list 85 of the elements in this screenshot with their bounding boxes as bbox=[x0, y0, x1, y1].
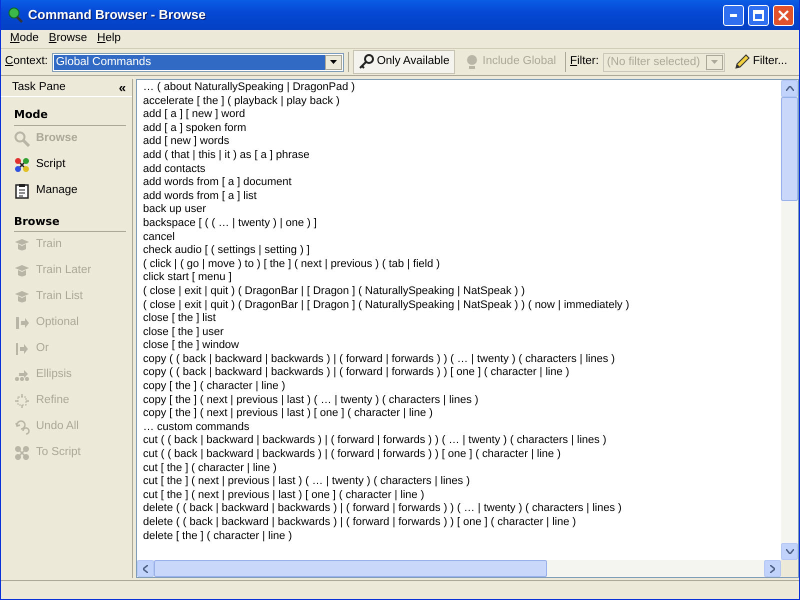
scroll-right-button[interactable] bbox=[764, 560, 781, 577]
close-button[interactable] bbox=[773, 4, 794, 26]
bracket-arrow-icon bbox=[14, 315, 30, 331]
mortarboard-icon bbox=[14, 263, 30, 279]
maximize-icon bbox=[753, 10, 764, 20]
pane-title: Task Pane bbox=[12, 80, 66, 95]
scrollbar-corner bbox=[781, 560, 798, 577]
section-heading: Mode bbox=[14, 107, 126, 126]
scroll-right-icon bbox=[770, 564, 775, 572]
command-line[interactable]: cut [ the ] ( next | previous | last ) [ one ] ( character | line ) bbox=[143, 488, 775, 502]
command-line[interactable]: add [ a ] spoken form bbox=[143, 122, 775, 136]
task-item[interactable]: Script bbox=[1, 152, 132, 178]
mortarboard-icon bbox=[14, 289, 30, 305]
molecule-icon bbox=[14, 445, 30, 461]
task-item[interactable]: Manage bbox=[1, 178, 132, 204]
bar-arrow-icon bbox=[14, 341, 30, 357]
command-line[interactable]: add contacts bbox=[143, 162, 775, 176]
command-line[interactable]: copy [ the ] ( next | previous | last ) ( … | twenty ) ( characters | lines ) bbox=[143, 394, 775, 408]
command-line[interactable]: check audio [ ( settings | setting ) ] bbox=[143, 244, 775, 258]
filter-button[interactable]: Filter... bbox=[728, 50, 792, 74]
close-icon bbox=[778, 10, 789, 20]
command-line[interactable]: back up user bbox=[143, 203, 775, 217]
context-label: Context: bbox=[5, 54, 48, 70]
toolbar-button[interactable]: Only Available bbox=[352, 50, 455, 74]
dropdown-arrow-icon bbox=[710, 60, 718, 64]
scroll-down-button[interactable] bbox=[781, 543, 798, 560]
scroll-down-icon bbox=[786, 549, 794, 554]
command-line[interactable]: accelerate [ the ] ( playback | play back ) bbox=[143, 94, 775, 108]
command-line[interactable]: cut ( ( back | backward | backwards ) | ( forward | forwards ) ) [ one ] ( character | line ) bbox=[143, 448, 775, 462]
menu-item[interactable]: Browse bbox=[44, 30, 92, 48]
scroll-left-button[interactable] bbox=[137, 560, 154, 577]
command-line[interactable]: add [ new ] words bbox=[143, 135, 775, 149]
horizontal-scrollbar[interactable] bbox=[137, 560, 781, 577]
command-line[interactable]: … ( about NaturallySpeaking | DragonPad ) bbox=[143, 81, 775, 95]
command-line[interactable]: add [ a ] [ new ] word bbox=[143, 108, 775, 122]
filter-label: Filter: bbox=[570, 54, 599, 70]
ellipsis-icon bbox=[14, 367, 30, 383]
minimize-icon bbox=[730, 14, 737, 16]
menu-item[interactable]: Help bbox=[92, 30, 126, 48]
mortarboard-icon bbox=[14, 237, 30, 253]
command-line[interactable]: cut ( ( back | backward | backwards ) | ( forward | forwards ) ) ( … | twenty ) ( characters | lines ) bbox=[143, 434, 775, 448]
command-line[interactable]: add words from [ a ] list bbox=[143, 190, 775, 204]
command-line[interactable]: close [ the ] window bbox=[143, 339, 775, 353]
scroll-up-icon bbox=[786, 86, 794, 91]
command-line[interactable]: copy [ the ] ( character | line ) bbox=[143, 380, 775, 394]
command-line[interactable]: add words from [ a ] document bbox=[143, 176, 775, 190]
command-line[interactable]: close [ the ] list bbox=[143, 312, 775, 326]
command-line[interactable]: ( click | ( go | move ) to ) [ the ] ( next | previous ) ( tab | field ) bbox=[143, 258, 775, 272]
command-line[interactable]: copy ( ( back | backward | backwards ) | ( forward | forwards ) ) ( … | twenty ) ( characters | lines ) bbox=[143, 352, 775, 366]
collapse-button[interactable]: « bbox=[118, 78, 126, 98]
command-line[interactable]: delete ( ( back | backward | backwards ) | ( forward | forwards ) ) ( … | twenty ) ( characters | lines ) bbox=[143, 502, 775, 516]
command-line[interactable]: cancel bbox=[143, 230, 775, 244]
scroll-thumb[interactable] bbox=[781, 97, 798, 201]
scroll-thumb[interactable] bbox=[154, 560, 547, 577]
command-line[interactable]: backspace [ ( ( … | twenty ) | one ) ] bbox=[143, 216, 775, 231]
scroll-left-icon bbox=[143, 564, 148, 572]
key-icon bbox=[358, 54, 374, 70]
context-dropdown[interactable]: Global Commands bbox=[52, 52, 344, 72]
window-title: Command Browser - Browse bbox=[28, 6, 207, 24]
command-line[interactable]: ( close | exit | quit ) ( DragonBar | [ Dragon ] ( NaturallySpeaking | NatSpeak ) ) ( now | immediately ) bbox=[143, 298, 775, 312]
command-line[interactable]: copy ( ( back | backward | backwards ) | ( forward | forwards ) ) [ one ] ( character | line ) bbox=[143, 366, 775, 380]
pencil-icon bbox=[734, 54, 750, 70]
magnifier-icon bbox=[14, 130, 30, 146]
command-line[interactable]: delete [ the ] ( character | line ) bbox=[143, 530, 775, 544]
command-line[interactable]: click start [ menu ] bbox=[143, 271, 775, 285]
scroll-up-button[interactable] bbox=[781, 80, 798, 97]
menu-item[interactable]: Mode bbox=[5, 30, 44, 48]
refine-icon bbox=[14, 393, 30, 409]
minimize-button[interactable] bbox=[723, 4, 744, 26]
undo-arrows-icon bbox=[14, 419, 30, 435]
dropdown-arrow-icon bbox=[330, 60, 337, 64]
maximize-button[interactable] bbox=[748, 4, 769, 26]
section-heading: Browse bbox=[14, 214, 126, 232]
command-line[interactable]: add ( that | this | it ) as [ a ] phrase bbox=[143, 148, 775, 163]
command-line[interactable]: … custom commands bbox=[143, 420, 775, 434]
command-line[interactable]: close [ the ] user bbox=[143, 326, 775, 340]
molecule-icon bbox=[14, 156, 30, 172]
app-icon bbox=[6, 6, 24, 24]
command-line[interactable]: delete ( ( back | backward | backwards ) | ( forward | forwards ) ) [ one ] ( character | line ) bbox=[143, 516, 775, 530]
vertical-scrollbar[interactable] bbox=[781, 80, 798, 560]
command-line[interactable]: copy [ the ] ( next | previous | last ) [ one ] ( character | line ) bbox=[143, 407, 775, 421]
command-line[interactable]: ( close | exit | quit ) ( DragonBar | [ Dragon ] ( NaturallySpeaking | NatSpeak ) ) bbox=[143, 284, 775, 298]
command-line[interactable]: cut [ the ] ( character | line ) bbox=[143, 462, 775, 476]
clipboard-icon bbox=[14, 182, 30, 198]
command-line[interactable]: cut [ the ] ( next | previous | last ) ( … | twenty ) ( characters | lines ) bbox=[143, 475, 775, 489]
